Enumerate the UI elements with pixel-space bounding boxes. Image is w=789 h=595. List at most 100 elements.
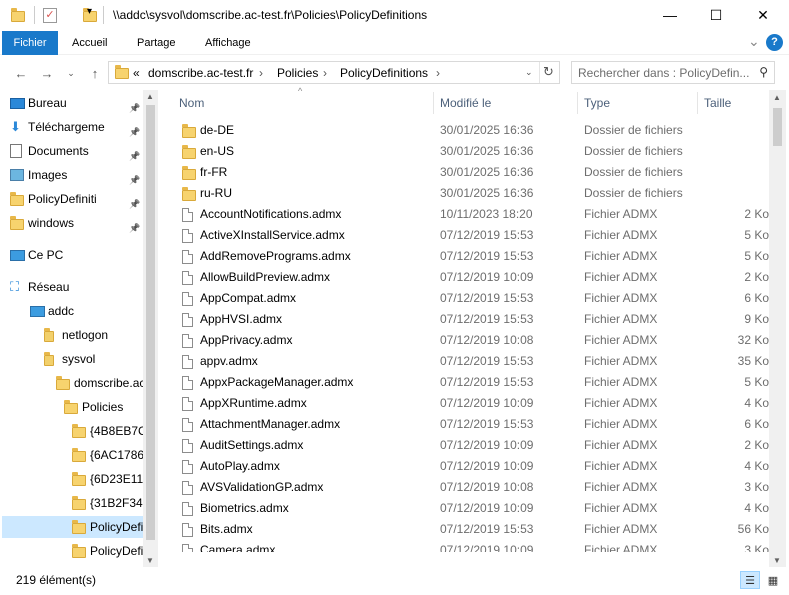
nav-item[interactable]: ⬇ Téléchargeme 📌 xyxy=(2,116,143,138)
file-row[interactable]: ru-RU 30/01/2025 16:36 Dossier de fichiers xyxy=(158,183,769,204)
details-view-button[interactable]: ☰ xyxy=(740,571,760,589)
file-list-scrollbar[interactable]: ▲ ▼ xyxy=(769,90,786,567)
forward-button[interactable]: → xyxy=(38,64,56,82)
column-divider[interactable] xyxy=(697,92,698,114)
file-row[interactable]: Biometrics.admx 07/12/2019 10:09 Fichier A… xyxy=(158,498,769,519)
file-row[interactable]: appv.admx 07/12/2019 15:53 Fichier ADMX 35 … xyxy=(158,351,769,372)
scroll-down-icon[interactable]: ▼ xyxy=(773,556,781,565)
nav-item[interactable]: Documents 📌 xyxy=(2,140,143,162)
column-type[interactable]: Type xyxy=(584,96,610,110)
file-icon xyxy=(182,250,193,264)
file-row[interactable]: Camera.admx 07/12/2019 10:09 Fichier ADMX 3… xyxy=(158,540,769,552)
nav-item[interactable]: Bureau 📌 xyxy=(2,92,143,114)
file-row[interactable]: AppHVSI.admx 07/12/2019 15:53 Fichier ADMX… xyxy=(158,309,769,330)
refresh-icon[interactable]: ↻ xyxy=(543,64,554,80)
tab-fichier[interactable]: Fichier xyxy=(2,31,58,55)
file-row[interactable]: AppxPackageManager.admx 07/12/2019 15:53 F… xyxy=(158,372,769,393)
scroll-down-icon[interactable]: ▼ xyxy=(146,556,154,565)
nav-item[interactable]: windows 📌 xyxy=(2,212,143,234)
nav-item-label: Téléchargeme xyxy=(28,120,105,134)
column-size[interactable]: Taille xyxy=(704,96,731,110)
file-name: Bits.admx xyxy=(200,522,253,536)
pin-icon[interactable]: 📌 xyxy=(129,217,140,239)
search-box[interactable]: ⚲ xyxy=(571,61,775,84)
search-icon[interactable]: ⚲ xyxy=(759,65,768,79)
file-row[interactable]: AddRemovePrograms.admx 07/12/2019 15:53 Fi… xyxy=(158,246,769,267)
file-row[interactable]: AttachmentManager.admx 07/12/2019 15:53 Fi… xyxy=(158,414,769,435)
breadcrumb-domain[interactable]: domscribe.ac-test.fr xyxy=(148,66,253,80)
file-row[interactable]: AppXRuntime.admx 07/12/2019 10:09 Fichier … xyxy=(158,393,769,414)
file-row[interactable]: AccountNotifications.admx 10/11/2023 18:2… xyxy=(158,204,769,225)
nav-item[interactable]: {31B2F340 xyxy=(2,492,149,514)
file-row[interactable]: en-US 30/01/2025 16:36 Dossier de fichiers xyxy=(158,141,769,162)
file-name: Camera.admx xyxy=(200,543,276,552)
nav-item[interactable]: sysvol xyxy=(2,348,143,370)
nav-item[interactable]: Policies xyxy=(2,396,143,418)
file-row[interactable]: AutoPlay.admx 07/12/2019 10:09 Fichier ADM… xyxy=(158,456,769,477)
nav-item[interactable]: Images 📌 xyxy=(2,164,143,186)
nav-item[interactable]: PolicyDefi xyxy=(2,516,143,538)
tab-partage[interactable]: Partage xyxy=(129,31,184,55)
large-icons-view-button[interactable]: ▦ xyxy=(763,571,783,589)
nav-item[interactable]: {4B8EB7C9 xyxy=(2,420,153,442)
column-divider[interactable] xyxy=(577,92,578,114)
recent-locations-icon[interactable]: ⌄ xyxy=(62,64,80,82)
quick-access-dropdown-icon[interactable]: ▾ xyxy=(87,6,92,17)
nav-item[interactable]: ⛶ Réseau xyxy=(2,276,143,298)
scroll-up-icon[interactable]: ▲ xyxy=(146,92,154,101)
column-modified[interactable]: Modifié le xyxy=(440,96,491,110)
folder-icon xyxy=(182,166,196,180)
minimize-button[interactable]: — xyxy=(647,0,693,30)
tab-affichage[interactable]: Affichage xyxy=(197,31,259,55)
column-divider[interactable] xyxy=(433,92,434,114)
file-row[interactable]: AllowBuildPreview.admx 07/12/2019 10:09 Fi… xyxy=(158,267,769,288)
nav-item[interactable]: PolicyDefi xyxy=(2,540,143,562)
tab-accueil[interactable]: Accueil xyxy=(64,31,115,55)
nav-item[interactable]: {6AC17860 xyxy=(2,444,151,466)
file-row[interactable]: AppPrivacy.admx 07/12/2019 10:08 Fichier A… xyxy=(158,330,769,351)
properties-icon[interactable]: ✓ xyxy=(43,8,57,23)
nav-item[interactable]: addc xyxy=(2,300,143,322)
column-name[interactable]: Nom xyxy=(179,96,204,110)
file-row[interactable]: AuditSettings.admx 07/12/2019 10:09 Fichie… xyxy=(158,435,769,456)
nav-item[interactable]: netlogon xyxy=(2,324,143,346)
file-row[interactable]: Bits.admx 07/12/2019 15:53 Fichier ADMX 56 … xyxy=(158,519,769,540)
nav-item[interactable]: {6D23E117 xyxy=(2,468,150,490)
chevron-right-icon[interactable]: › xyxy=(259,66,263,80)
breadcrumb-policydefinitions[interactable]: PolicyDefinitions xyxy=(340,66,428,80)
file-name: appv.admx xyxy=(200,354,258,368)
file-date: 07/12/2019 15:53 xyxy=(440,375,534,389)
file-row[interactable]: AVSValidationGP.admx 07/12/2019 10:08 Fich… xyxy=(158,477,769,498)
scroll-up-icon[interactable]: ▲ xyxy=(773,93,781,102)
download-icon: ⬇ xyxy=(10,119,21,134)
file-scroll-thumb[interactable] xyxy=(773,108,782,146)
nav-item[interactable]: PolicyDefiniti 📌 xyxy=(2,188,143,210)
expand-ribbon-icon[interactable]: ⌄ xyxy=(748,33,760,50)
close-button[interactable]: ✕ xyxy=(740,0,786,30)
search-input[interactable] xyxy=(578,66,754,80)
file-row[interactable]: fr-FR 30/01/2025 16:36 Dossier de fichiers xyxy=(158,162,769,183)
status-bar: 219 élément(s) ☰ ▦ xyxy=(0,567,789,595)
file-name: AppHVSI.admx xyxy=(200,312,283,326)
maximize-button[interactable]: ☐ xyxy=(693,0,739,30)
address-dropdown-icon[interactable]: ⌄ xyxy=(525,67,533,78)
back-button[interactable]: ← xyxy=(12,64,30,82)
address-bar[interactable]: « domscribe.ac-test.fr › Policies › Poli… xyxy=(108,61,560,84)
nav-scroll-thumb[interactable] xyxy=(146,105,155,540)
breadcrumb-policies[interactable]: Policies xyxy=(277,66,318,80)
chevron-right-icon[interactable]: › xyxy=(323,66,327,80)
chevron-right-icon[interactable]: › xyxy=(436,66,440,80)
help-icon[interactable]: ? xyxy=(766,34,783,51)
file-row[interactable]: AppCompat.admx 07/12/2019 15:53 Fichier AD… xyxy=(158,288,769,309)
file-type: Fichier ADMX xyxy=(584,291,658,305)
up-button[interactable]: ↑ xyxy=(86,64,104,82)
nav-scrollbar[interactable]: ▲ ▼ xyxy=(143,90,158,567)
nav-item[interactable]: Ce PC xyxy=(2,244,143,266)
nav-item[interactable]: domscribe.ac xyxy=(2,372,145,394)
file-size: 4 Ko xyxy=(744,501,769,515)
file-row[interactable]: de-DE 30/01/2025 16:36 Dossier de fichiers xyxy=(158,120,769,141)
file-date: 07/12/2019 10:09 xyxy=(440,543,534,552)
file-row[interactable]: ActiveXInstallService.admx 07/12/2019 15:… xyxy=(158,225,769,246)
overflow-crumb[interactable]: « xyxy=(133,66,140,80)
file-size: 35 Ko xyxy=(737,354,769,368)
